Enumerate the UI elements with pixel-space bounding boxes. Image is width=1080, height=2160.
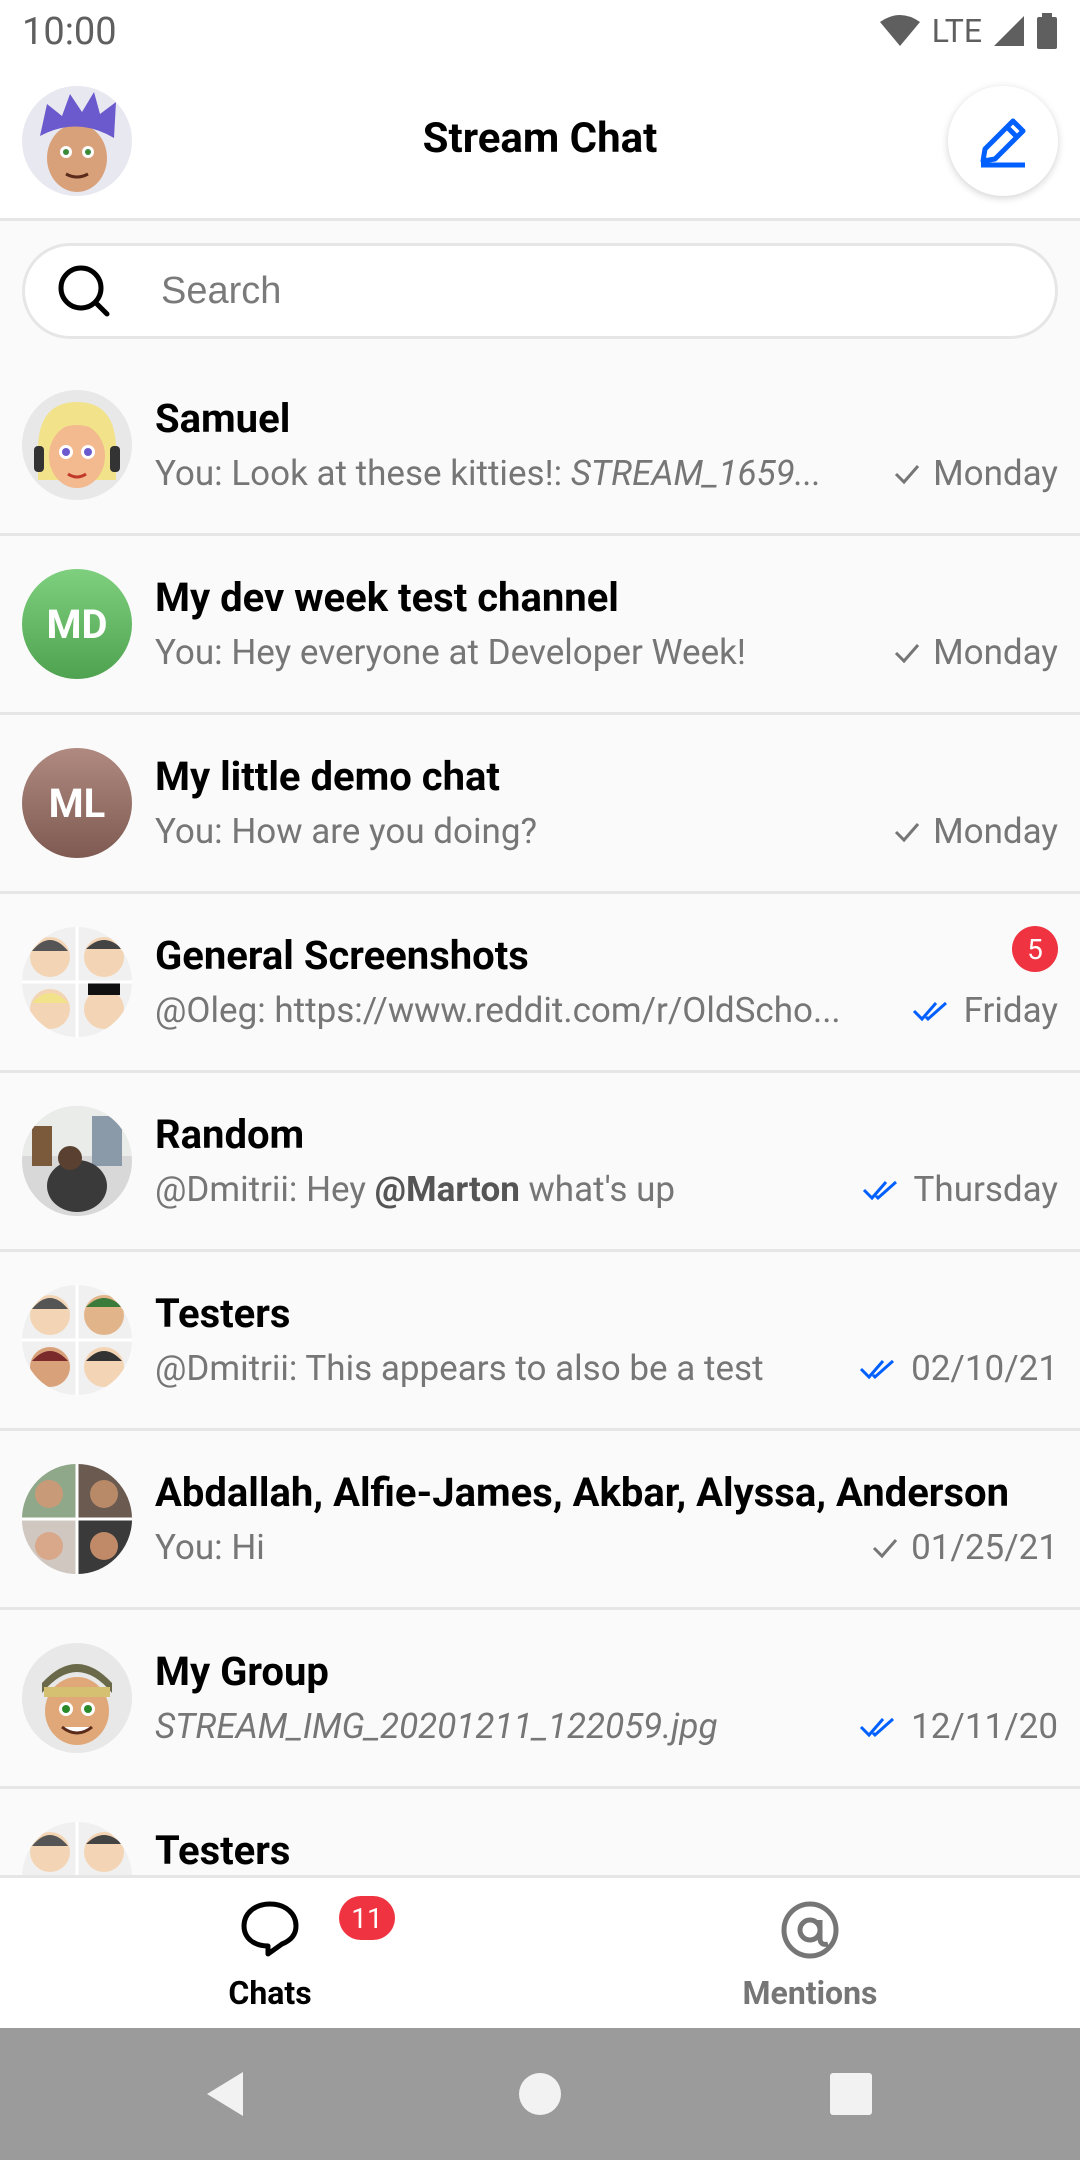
tab-chats[interactable]: 11 Chats bbox=[0, 1878, 540, 2031]
status-bar: 10:00 LTE bbox=[0, 0, 1080, 66]
check-icon bbox=[895, 822, 920, 842]
double-check-icon bbox=[860, 1717, 895, 1737]
pencil-icon bbox=[980, 118, 1026, 168]
preview-attachment: STREAM_IMG_20201211_122059.jpg bbox=[155, 1706, 718, 1747]
channel-avatar: ML bbox=[22, 748, 132, 858]
message-preview: STREAM_IMG_20201211_122059.jpg bbox=[155, 1706, 855, 1747]
double-check-icon bbox=[912, 1001, 947, 1021]
bottom-tab-bar: 11 Chats Mentions bbox=[0, 1875, 1080, 2031]
chat-bubble-icon bbox=[241, 1901, 299, 1957]
signal-icon bbox=[994, 16, 1024, 46]
tab-label: Chats bbox=[228, 1974, 312, 2012]
unread-badge: 5 bbox=[1012, 926, 1058, 972]
back-button[interactable] bbox=[155, 2028, 295, 2160]
message-time: Friday bbox=[963, 990, 1058, 1031]
message-meta: 02/10/21 bbox=[859, 1348, 1058, 1389]
channel-name: Testers bbox=[155, 1290, 291, 1337]
message-meta: Monday bbox=[893, 632, 1058, 673]
check-icon bbox=[895, 643, 920, 663]
avatar-initials: MD bbox=[46, 600, 108, 648]
channel-avatar bbox=[22, 1106, 132, 1216]
search-input[interactable] bbox=[159, 268, 983, 314]
channel-row[interactable]: Abdallah, Alfie-James, Akbar, Alyssa, An… bbox=[0, 1431, 1080, 1610]
message-preview: You: Look at these kitties!: STREAM_1659… bbox=[155, 453, 855, 494]
double-check-icon bbox=[860, 1359, 895, 1379]
recents-button[interactable] bbox=[781, 2028, 921, 2160]
tab-label: Mentions bbox=[742, 1974, 878, 2012]
channel-avatar bbox=[22, 1822, 132, 1875]
message-preview: You: How are you doing? bbox=[155, 811, 538, 852]
back-icon bbox=[207, 2072, 243, 2116]
preview-attachment: STREAM_1659... bbox=[570, 453, 822, 494]
message-preview: You: Hi bbox=[155, 1527, 265, 1568]
channel-name: My Group bbox=[155, 1648, 329, 1695]
wifi-icon bbox=[879, 15, 920, 46]
channel-name: General Screenshots bbox=[155, 932, 529, 979]
channel-avatar bbox=[22, 927, 132, 1037]
channel-list: Samuel You: Look at these kitties!: STRE… bbox=[0, 357, 1080, 1875]
network-label: LTE bbox=[931, 12, 982, 50]
at-sign-icon bbox=[781, 1901, 839, 1959]
system-nav-bar bbox=[0, 2028, 1080, 2160]
check-icon bbox=[873, 1538, 898, 1558]
message-meta: Friday bbox=[912, 990, 1058, 1031]
check-icon bbox=[895, 464, 920, 484]
tab-mentions[interactable]: Mentions bbox=[540, 1878, 1080, 2031]
double-check-icon bbox=[862, 1180, 897, 1200]
message-preview: @Oleg: https://www.reddit.com/r/OldScho.… bbox=[155, 990, 841, 1031]
home-button[interactable] bbox=[470, 2028, 610, 2160]
status-icons: LTE bbox=[878, 12, 1058, 50]
recents-icon bbox=[830, 2073, 872, 2115]
channel-name: My dev week test channel bbox=[155, 574, 619, 621]
search-container[interactable] bbox=[22, 243, 1058, 339]
message-meta: Thursday bbox=[862, 1169, 1058, 1210]
channel-name: Samuel bbox=[155, 395, 291, 442]
channel-row[interactable]: Random @Dmitrii: Hey @Marton what's up T… bbox=[0, 1073, 1080, 1252]
message-preview: You: Hey everyone at Developer Week! bbox=[155, 632, 746, 673]
channel-row[interactable]: ML My little demo chat You: How are you … bbox=[0, 715, 1080, 894]
message-preview: @Dmitrii: This appears to also be a test bbox=[155, 1348, 764, 1389]
search-icon bbox=[58, 265, 110, 317]
preview-text: @Dmitrii: Hey bbox=[155, 1169, 375, 1210]
message-time: Thursday bbox=[913, 1169, 1058, 1210]
message-meta: Monday bbox=[893, 811, 1058, 852]
channel-row[interactable]: Testers @Dmitrii: This appears to also b… bbox=[0, 1252, 1080, 1431]
channel-avatar bbox=[22, 1285, 132, 1395]
channel-row[interactable]: Samuel You: Look at these kitties!: STRE… bbox=[0, 357, 1080, 536]
message-time: 01/25/21 bbox=[911, 1527, 1058, 1568]
channel-row[interactable]: Testers bbox=[0, 1789, 1080, 1875]
message-meta: Monday bbox=[893, 453, 1058, 494]
channel-avatar bbox=[22, 1643, 132, 1753]
chats-unread-badge: 11 bbox=[339, 1896, 395, 1940]
app-header: Stream Chat bbox=[0, 66, 1080, 221]
channel-avatar bbox=[22, 390, 132, 500]
channel-row[interactable]: My Group STREAM_IMG_20201211_122059.jpg … bbox=[0, 1610, 1080, 1789]
message-time: 12/11/20 bbox=[911, 1706, 1058, 1747]
message-meta: 01/25/21 bbox=[871, 1527, 1058, 1568]
battery-icon bbox=[1037, 13, 1057, 49]
message-meta: 12/11/20 bbox=[859, 1706, 1058, 1747]
message-time: Monday bbox=[933, 453, 1058, 494]
message-time: Monday bbox=[933, 811, 1058, 852]
channel-name: Abdallah, Alfie-James, Akbar, Alyssa, An… bbox=[155, 1469, 1009, 1516]
avatar-initials: ML bbox=[48, 779, 106, 827]
channel-avatar bbox=[22, 1464, 132, 1574]
channel-name: Testers bbox=[155, 1827, 291, 1874]
preview-mention: @Marton bbox=[374, 1169, 520, 1210]
channel-name: Random bbox=[155, 1111, 305, 1158]
channel-name: My little demo chat bbox=[155, 753, 500, 800]
compose-button[interactable] bbox=[948, 86, 1058, 196]
home-icon bbox=[519, 2073, 561, 2115]
message-time: Monday bbox=[933, 632, 1058, 673]
preview-text: what's up bbox=[519, 1169, 676, 1210]
status-time: 10:00 bbox=[22, 10, 117, 54]
preview-text: You: Look at these kitties!: bbox=[155, 453, 571, 494]
message-time: 02/10/21 bbox=[911, 1348, 1058, 1389]
channel-row[interactable]: MD My dev week test channel You: Hey eve… bbox=[0, 536, 1080, 715]
channel-avatar: MD bbox=[22, 569, 132, 679]
channel-row[interactable]: General Screenshots 5 @Oleg: https://www… bbox=[0, 894, 1080, 1073]
page-title: Stream Chat bbox=[422, 114, 658, 163]
search-bar bbox=[22, 243, 1058, 339]
message-preview: @Dmitrii: Hey @Marton what's up bbox=[155, 1169, 855, 1210]
